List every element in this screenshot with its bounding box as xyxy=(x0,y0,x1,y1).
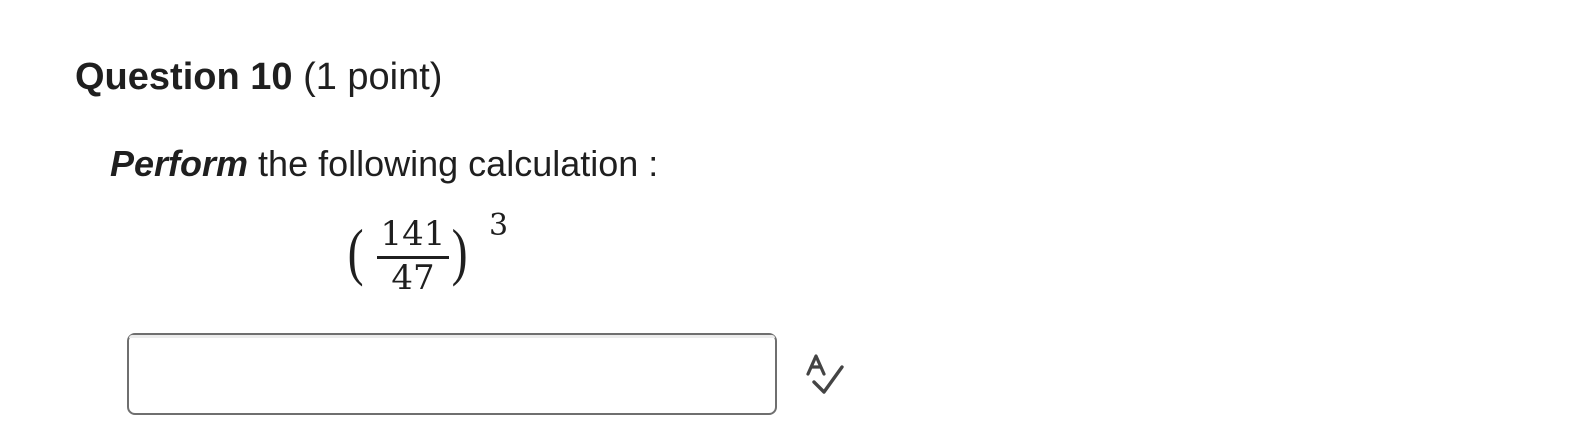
answer-input[interactable] xyxy=(127,333,777,415)
fraction-numerator: 141 xyxy=(380,214,446,254)
question-prompt: Perform the following calculation : xyxy=(110,140,658,188)
left-parenthesis: ( xyxy=(347,216,364,287)
question-points: (1 point) xyxy=(303,56,443,98)
prompt-text: the following calculation : xyxy=(248,143,659,184)
fraction-denominator: 47 xyxy=(391,258,435,298)
spellcheck-icon xyxy=(806,354,844,394)
math-expression: ( 141 47 ) 3 xyxy=(345,208,525,304)
prompt-emphasis: Perform xyxy=(110,143,249,184)
right-parenthesis: ) xyxy=(451,216,468,287)
spellcheck-button[interactable] xyxy=(800,352,848,398)
exponent: 3 xyxy=(489,208,509,243)
question-header: Question 10 (1 point) xyxy=(75,52,442,102)
question-title: Question 10 xyxy=(75,56,293,98)
